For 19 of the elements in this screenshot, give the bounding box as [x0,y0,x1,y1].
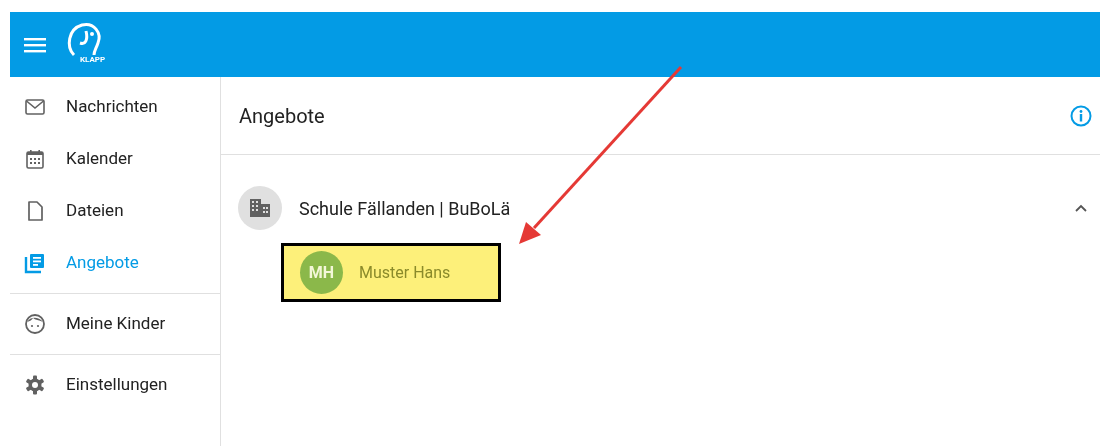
menu-icon[interactable] [24,36,46,53]
sidebar-item[interactable]: Meine Kinder [10,298,220,350]
initials-avatar: MH [300,251,343,294]
sidebar-item[interactable]: Kalender [10,133,220,185]
list-icon [24,252,46,274]
child-name: Muster Hans [359,261,451,284]
building-icon [249,198,271,218]
envelope-icon [24,96,46,118]
logo-text: KLAPP [80,55,106,64]
sidebar-item[interactable]: Nachrichten [10,81,220,133]
sidebar-item[interactable]: Einstellungen [10,359,220,411]
page-title: Angebote [239,102,325,130]
sidebar-item[interactable]: Dateien [10,185,220,237]
info-icon[interactable] [1070,104,1092,127]
child-face-icon [24,313,46,335]
school-name: Schule Fällanden | BuBoLä [299,196,512,221]
calendar-icon [24,148,46,170]
settings-icon [24,374,46,396]
chevron-icon[interactable] [1074,202,1088,214]
